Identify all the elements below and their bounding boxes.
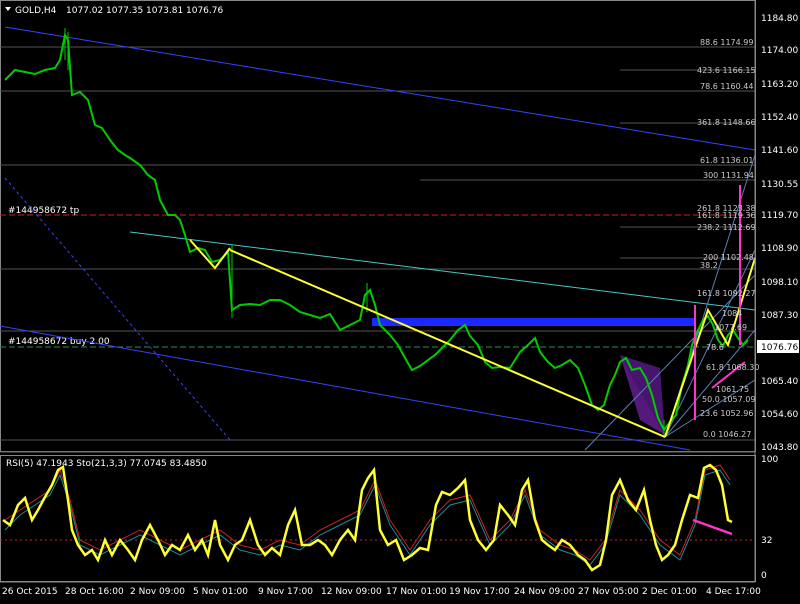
aqua-trend-line[interactable] [129, 231, 756, 311]
time-axis[interactable]: 26 Oct 2015 28 Oct 16:00 2 Nov 09:00 5 N… [2, 587, 761, 597]
price-tick: 1098.10 [761, 278, 798, 288]
time-tick: 28 Oct 16:00 [65, 587, 124, 597]
fib-label: 1061.75 [716, 385, 749, 394]
indicator-tick: 0 [761, 571, 767, 581]
time-tick: 26 Oct 2015 [2, 587, 58, 597]
time-tick: 24 Nov 09:00 [514, 587, 575, 597]
fib-label: 161.8 1119.36 [697, 211, 756, 220]
price-tick: 1163.20 [761, 80, 798, 90]
fib-label: 361.8 1148.66 [697, 118, 756, 127]
current-price-label: 1076.76 [761, 343, 798, 353]
time-tick: 2 Nov 09:00 [130, 587, 185, 597]
price-tick: 1174.00 [761, 46, 798, 56]
symbol-label: GOLD,H4 [15, 6, 57, 16]
buy-label: #144958672 buy 2.00 [8, 337, 110, 347]
tp-label: #144958672 tp [8, 206, 79, 216]
price-tick: 1043.80 [761, 443, 798, 453]
low-value: 1073.81 [146, 6, 183, 16]
time-tick: 27 Nov 05:00 [578, 587, 639, 597]
chart-window[interactable]: GOLD,H4 1077.02 1077.35 1073.81 1076.76 … [0, 0, 800, 600]
fib-label: 61.8 1136.01 [700, 156, 753, 165]
price-tick: 1152.40 [761, 113, 798, 123]
time-tick: 9 Nov 17:00 [258, 587, 313, 597]
price-tick: 1184.80 [761, 14, 798, 24]
high-value: 1077.35 [106, 6, 143, 16]
fib-label: 38.2 [700, 261, 718, 270]
time-tick: 4 Dec 17:00 [706, 587, 761, 597]
fib-label: 238.2 1112.69 [697, 223, 756, 232]
menu-triangle-icon[interactable] [5, 7, 11, 11]
blue-zone[interactable] [372, 318, 695, 326]
indicator-title: RSI(5) 47.1943 Sto(21,3,3) 77.0745 83.48… [6, 459, 207, 469]
time-tick: 5 Nov 01:00 [193, 587, 248, 597]
time-tick: 12 Nov 09:00 [321, 587, 382, 597]
open-value: 1077.02 [66, 6, 103, 16]
time-tick: 19 Nov 17:00 [449, 587, 510, 597]
candle-wicks [64, 28, 665, 438]
rsi-divergence-line[interactable] [692, 518, 733, 536]
yellow-trend-line[interactable] [229, 249, 666, 438]
indicator-tick: 32 [761, 536, 772, 546]
purple-pattern-2 [620, 355, 665, 435]
fib-label: 300 1131.94 [703, 171, 754, 180]
fib-label: 88.6 1174.99 [700, 38, 753, 47]
price-axis[interactable]: 1184.80 1174.00 1163.20 1152.40 1141.60 … [761, 14, 798, 453]
fib-label: 1084 [722, 309, 742, 318]
price-tick: 1065.40 [761, 377, 798, 387]
time-tick: 2 Dec 01:00 [642, 587, 697, 597]
channel-dotted-line[interactable] [4, 177, 231, 441]
fib-label: 23.6 1052.96 [700, 409, 753, 418]
fib-label: 0.0 1046.27 [703, 430, 751, 439]
price-tick: 1141.60 [761, 146, 798, 156]
price-tick: 1054.60 [761, 410, 798, 420]
rsi-line [2, 463, 733, 572]
price-tick: 1087.30 [761, 311, 798, 321]
time-tick: 17 Nov 01:00 [386, 587, 447, 597]
gann-fan [584, 154, 756, 451]
fib-label: 78.6 1160.44 [700, 82, 753, 91]
fib-label: 1077.69 [714, 323, 747, 332]
fib-label: 423.6 1166.15 [697, 66, 756, 75]
fib-label: 61.8 1068.30 [706, 363, 759, 372]
indicator-tick: 100 [761, 455, 778, 465]
price-tick: 1108.90 [761, 244, 798, 254]
fib-label: 161.8 1092.27 [697, 289, 756, 298]
close-value: 1076.76 [186, 6, 223, 16]
price-tick: 1119.70 [761, 211, 798, 221]
fib-label: 50.0 1057.09 [702, 395, 755, 404]
fib-label: 78.6 [706, 343, 724, 352]
price-tick: 1130.55 [761, 180, 798, 190]
channel-upper-line[interactable] [4, 26, 756, 151]
